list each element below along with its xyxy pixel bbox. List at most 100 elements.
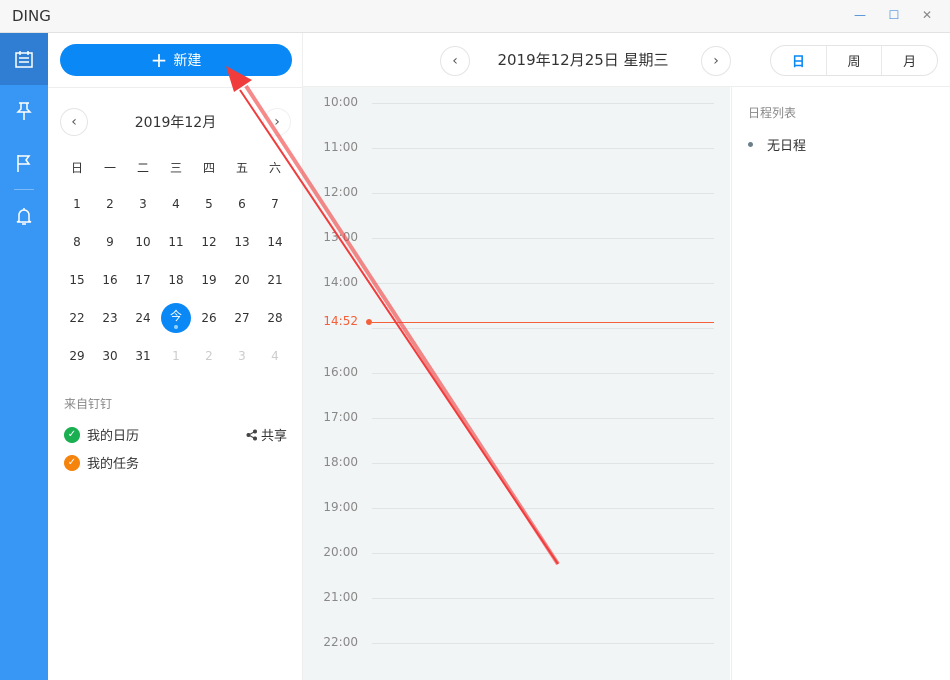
day-cell[interactable]: 2 bbox=[194, 341, 224, 371]
day-cell[interactable]: 14 bbox=[260, 227, 290, 257]
sidebar-item-pin[interactable] bbox=[0, 85, 48, 137]
weekday-label: 六 bbox=[260, 152, 290, 182]
check-icon[interactable]: ✓ bbox=[64, 427, 80, 443]
current-time-label: 14:52 bbox=[303, 314, 358, 328]
hour-label: 22:00 bbox=[303, 635, 358, 649]
prev-day-button[interactable]: ‹ bbox=[440, 46, 470, 76]
day-cell[interactable]: 3 bbox=[128, 189, 158, 219]
hour-line bbox=[372, 553, 714, 554]
hour-line bbox=[372, 283, 714, 284]
hour-label: 10:00 bbox=[303, 95, 358, 109]
day-cell-today[interactable]: 今 bbox=[161, 303, 191, 333]
next-day-button[interactable]: › bbox=[701, 46, 731, 76]
divider bbox=[48, 87, 303, 88]
share-label: 共享 bbox=[261, 425, 287, 444]
month-title: 2019年12月 bbox=[108, 112, 243, 132]
chevron-right-icon: › bbox=[274, 114, 280, 130]
day-cell[interactable]: 10 bbox=[128, 227, 158, 257]
chevron-left-icon: ‹ bbox=[71, 114, 77, 130]
app-title: DING bbox=[12, 7, 51, 25]
hour-line bbox=[372, 598, 714, 599]
hour-label: 18:00 bbox=[303, 455, 358, 469]
day-cell[interactable]: 8 bbox=[62, 227, 92, 257]
day-cell[interactable]: 1 bbox=[62, 189, 92, 219]
sidebar-item-calendar[interactable] bbox=[0, 33, 48, 85]
calendar-item-my-tasks[interactable]: ✓ 我的任务 bbox=[64, 453, 139, 472]
day-cell[interactable]: 24 bbox=[128, 303, 158, 333]
hour-label: 21:00 bbox=[303, 590, 358, 604]
day-cell[interactable]: 2 bbox=[95, 189, 125, 219]
check-icon[interactable]: ✓ bbox=[64, 455, 80, 471]
day-cell[interactable]: 28 bbox=[260, 303, 290, 333]
day-cell[interactable]: 13 bbox=[227, 227, 257, 257]
hour-label: 17:00 bbox=[303, 410, 358, 424]
hour-line bbox=[372, 193, 714, 194]
day-timeline[interactable]: 10:0011:0012:0013:0014:0016:0017:0018:00… bbox=[303, 87, 730, 680]
hour-line bbox=[372, 643, 714, 644]
hour-line bbox=[372, 373, 714, 374]
prev-month-button[interactable]: ‹ bbox=[60, 108, 88, 136]
next-month-button[interactable]: › bbox=[263, 108, 291, 136]
new-button[interactable]: + 新建 bbox=[60, 44, 292, 76]
maximize-button[interactable]: ☐ bbox=[886, 8, 902, 22]
minimize-button[interactable]: — bbox=[852, 8, 868, 22]
flag-icon bbox=[14, 153, 34, 173]
day-cell[interactable]: 6 bbox=[227, 189, 257, 219]
day-number: 今 bbox=[170, 307, 182, 324]
hour-label: 12:00 bbox=[303, 185, 358, 199]
day-cell[interactable]: 7 bbox=[260, 189, 290, 219]
day-cell[interactable]: 20 bbox=[227, 265, 257, 295]
day-cell[interactable]: 4 bbox=[260, 341, 290, 371]
day-cell[interactable]: 1 bbox=[161, 341, 191, 371]
day-cell[interactable]: 31 bbox=[128, 341, 158, 371]
day-cell[interactable]: 17 bbox=[128, 265, 158, 295]
day-cell[interactable]: 16 bbox=[95, 265, 125, 295]
weekday-label: 二 bbox=[128, 152, 158, 182]
weekday-label: 三 bbox=[161, 152, 191, 182]
share-button[interactable]: 共享 bbox=[246, 425, 287, 444]
hour-line bbox=[372, 328, 714, 329]
date-title: 2019年12月25日 星期三 bbox=[483, 49, 683, 70]
hour-line bbox=[372, 418, 714, 419]
hour-line bbox=[372, 463, 714, 464]
day-cell[interactable]: 11 bbox=[161, 227, 191, 257]
hour-line bbox=[372, 508, 714, 509]
day-cell[interactable]: 21 bbox=[260, 265, 290, 295]
day-cell[interactable]: 29 bbox=[62, 341, 92, 371]
schedule-panel: 日程列表 无日程 bbox=[731, 87, 950, 680]
calendar-label: 我的日历 bbox=[87, 425, 139, 444]
weekday-label: 五 bbox=[227, 152, 257, 182]
close-button[interactable]: ✕ bbox=[919, 8, 935, 22]
day-cell[interactable]: 18 bbox=[161, 265, 191, 295]
day-cell[interactable]: 15 bbox=[62, 265, 92, 295]
day-cell[interactable]: 27 bbox=[227, 303, 257, 333]
day-cell[interactable]: 30 bbox=[95, 341, 125, 371]
day-cell[interactable]: 9 bbox=[95, 227, 125, 257]
sidebar-item-reminders[interactable] bbox=[0, 190, 48, 242]
chevron-left-icon: ‹ bbox=[452, 53, 458, 69]
day-cell[interactable]: 19 bbox=[194, 265, 224, 295]
day-cell[interactable]: 22 bbox=[62, 303, 92, 333]
schedule-empty: 无日程 bbox=[748, 135, 806, 154]
share-icon bbox=[246, 429, 258, 441]
tab-week[interactable]: 周 bbox=[826, 46, 882, 75]
day-cell[interactable]: 26 bbox=[194, 303, 224, 333]
day-cell[interactable]: 23 bbox=[95, 303, 125, 333]
hour-line bbox=[372, 148, 714, 149]
view-switcher: 日 周 月 bbox=[770, 45, 938, 76]
plus-icon: + bbox=[151, 50, 168, 70]
day-cell[interactable]: 4 bbox=[161, 189, 191, 219]
day-cell[interactable]: 3 bbox=[227, 341, 257, 371]
day-cell[interactable]: 5 bbox=[194, 189, 224, 219]
weekday-label: 四 bbox=[194, 152, 224, 182]
section-title: 来自钉钉 bbox=[64, 395, 112, 412]
day-cell[interactable]: 12 bbox=[194, 227, 224, 257]
pin-icon bbox=[14, 101, 34, 121]
weekday-label: 一 bbox=[95, 152, 125, 182]
current-time-line bbox=[372, 322, 714, 323]
sidebar-item-flag[interactable] bbox=[0, 137, 48, 189]
calendar-label: 我的任务 bbox=[87, 453, 139, 472]
tab-day[interactable]: 日 bbox=[771, 46, 826, 75]
calendar-item-my-calendar[interactable]: ✓ 我的日历 bbox=[64, 425, 139, 444]
tab-month[interactable]: 月 bbox=[881, 46, 937, 75]
